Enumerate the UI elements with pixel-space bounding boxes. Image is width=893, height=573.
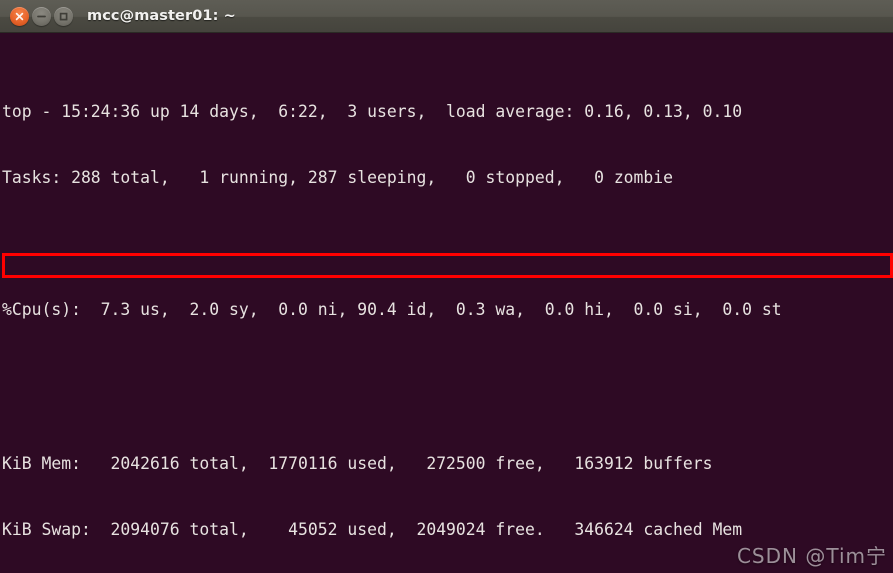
window-titlebar: mcc@master01: ~: [0, 0, 893, 33]
window-title: mcc@master01: ~: [87, 8, 236, 24]
csdn-watermark: CSDN @Tim宁: [737, 545, 887, 567]
top-cpu-line-wrapper: %Cpu(s): 7.3 us, 2.0 sy, 0.0 ni, 90.4 id…: [2, 255, 893, 387]
annotation-highlight-box: [2, 253, 893, 278]
top-uptime-line: top - 15:24:36 up 14 days, 6:22, 3 users…: [2, 101, 893, 123]
top-swap-line: KiB Swap: 2094076 total, 45052 used, 204…: [2, 519, 893, 541]
terminal-window: mcc@master01: ~ top - 15:24:36 up 14 day…: [0, 0, 893, 573]
top-tasks-line: Tasks: 288 total, 1 running, 287 sleepin…: [2, 167, 893, 189]
window-controls: [10, 7, 73, 26]
close-icon[interactable]: [10, 7, 29, 26]
minimize-icon[interactable]: [32, 7, 51, 26]
top-cpu-line: %Cpu(s): 7.3 us, 2.0 sy, 0.0 ni, 90.4 id…: [2, 299, 893, 321]
terminal-content[interactable]: top - 15:24:36 up 14 days, 6:22, 3 users…: [0, 33, 893, 573]
maximize-icon[interactable]: [54, 7, 73, 26]
top-mem-line: KiB Mem: 2042616 total, 1770116 used, 27…: [2, 453, 893, 475]
